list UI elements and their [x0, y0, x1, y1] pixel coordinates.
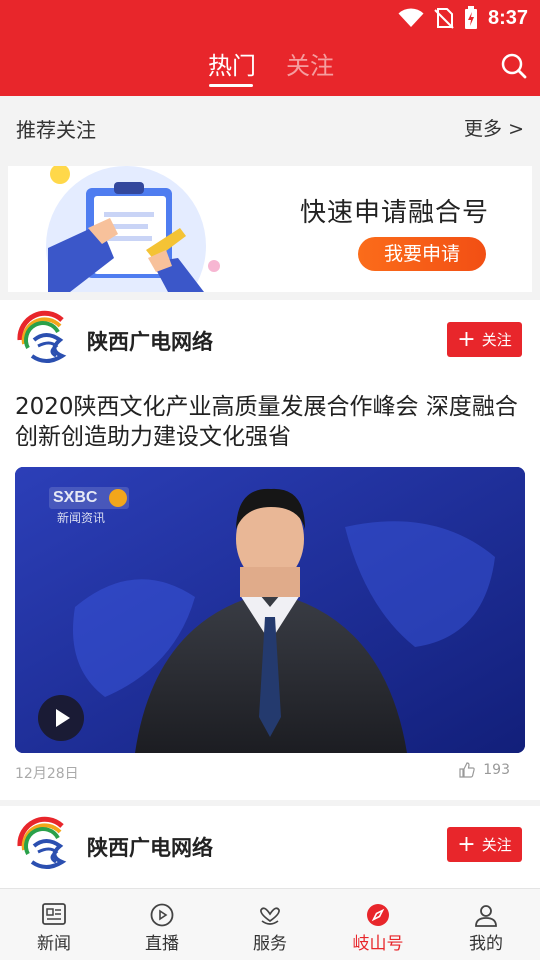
app-header: 8:37 热门 关注 — [0, 0, 540, 96]
channel-logo-text: SXBC — [53, 489, 98, 506]
top-tabs: 热门 关注 — [0, 40, 540, 90]
nav-qishan[interactable]: 岐山号 — [324, 889, 432, 960]
plus-icon: + — [457, 831, 476, 857]
clock: 8:37 — [487, 6, 528, 29]
banner-title: 快速申请融合号 — [300, 198, 490, 228]
author-name[interactable]: 陕西广电网络 — [87, 326, 213, 356]
follow-label: 关注 — [481, 836, 512, 854]
active-tab-indicator — [209, 84, 253, 87]
search-icon[interactable] — [500, 52, 528, 80]
nav-live[interactable]: 直播 — [108, 889, 216, 960]
follow-button[interactable]: + 关注 — [447, 322, 522, 357]
person-icon — [475, 905, 497, 927]
nav-label: 新闻 — [37, 934, 71, 954]
plus-icon: + — [457, 326, 476, 352]
channel-logo-mark — [109, 489, 127, 507]
article-headline[interactable]: 2020陕西文化产业高质量发展合作峰会 深度融合创新创造助力建设文化强省 — [15, 392, 525, 452]
feed-item[interactable]: 陕西广电网络 + 关注 2020陕西文化产业高质量发展合作峰会 深度融合创新创造… — [0, 300, 540, 800]
sxbc-logo — [17, 816, 73, 873]
channel-caption: 新闻资讯 — [57, 511, 106, 525]
play-icon[interactable] — [38, 695, 84, 741]
clipboard-illustration — [46, 166, 220, 292]
publish-date: 12月28日 — [15, 766, 79, 782]
nav-label: 直播 — [145, 934, 179, 954]
nav-mine[interactable]: 我的 — [432, 889, 540, 960]
tab-follow[interactable]: 关注 — [286, 46, 334, 81]
feed-item[interactable]: 陕西广电网络 + 关注 — [0, 806, 540, 888]
nav-label: 我的 — [469, 934, 503, 954]
wifi-icon — [398, 8, 424, 27]
no-sim-icon — [434, 8, 454, 29]
service-heart-icon — [260, 907, 280, 925]
recommend-title: 推荐关注 — [16, 118, 96, 142]
compass-icon — [367, 904, 389, 926]
more-link[interactable]: 更多 > — [464, 114, 524, 141]
bottom-nav: 新闻 直播 服务 岐山号 我的 — [0, 888, 540, 960]
channel-logo-badge: SXBC — [49, 487, 129, 509]
nav-label: 服务 — [253, 934, 287, 954]
sxbc-logo — [17, 310, 73, 367]
author-name[interactable]: 陕西广电网络 — [87, 832, 213, 862]
status-bar: 8:37 — [398, 6, 528, 30]
apply-banner[interactable]: 快速申请融合号 我要申请 — [8, 166, 532, 292]
battery-icon — [464, 6, 477, 29]
thumbs-up-icon — [459, 762, 475, 778]
tab-hot[interactable]: 热门 — [208, 46, 256, 81]
nav-news[interactable]: 新闻 — [0, 889, 108, 960]
nav-service[interactable]: 服务 — [216, 889, 324, 960]
video-thumbnail[interactable]: SXBC 新闻资讯 — [15, 467, 525, 753]
newspaper-icon — [42, 903, 66, 925]
nav-label: 岐山号 — [352, 934, 404, 954]
play-circle-icon — [150, 903, 174, 927]
like-count: 193 — [483, 762, 510, 778]
recommend-header: 推荐关注 更多 > — [0, 96, 540, 158]
follow-button[interactable]: + 关注 — [447, 827, 522, 862]
apply-button[interactable]: 我要申请 — [358, 237, 486, 271]
follow-label: 关注 — [481, 331, 512, 349]
like-button[interactable]: 193 — [459, 762, 510, 778]
